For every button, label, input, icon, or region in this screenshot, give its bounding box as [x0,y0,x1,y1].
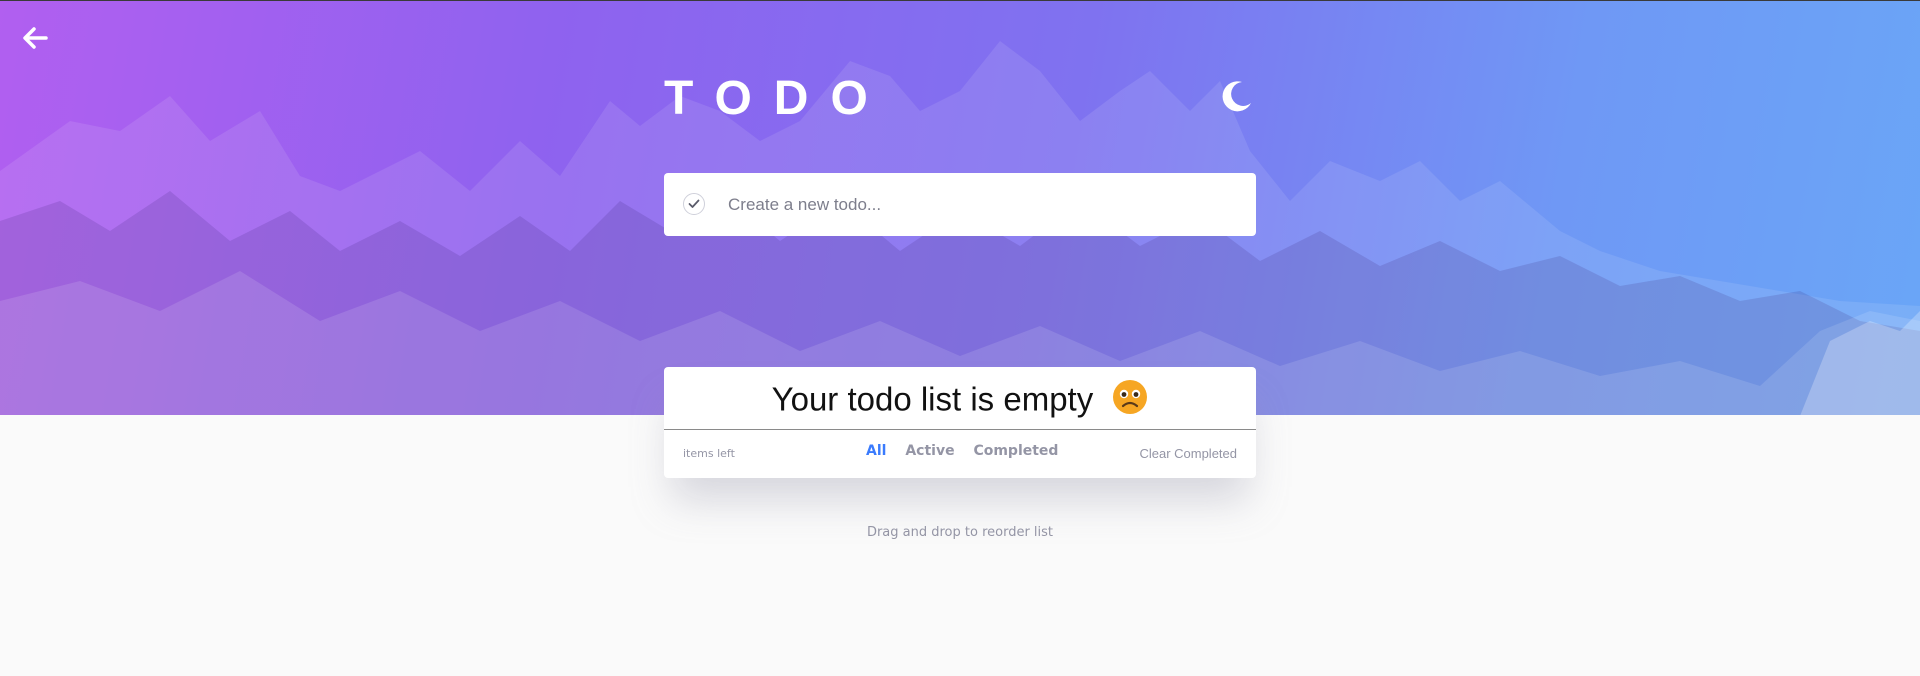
check-icon[interactable] [683,193,705,215]
reorder-hint: Drag and drop to reorder list [866,525,1054,540]
filter-all[interactable]: All [866,443,886,459]
hero-banner: TODO [0,0,1920,415]
empty-list-text: Your todo list is empty [771,380,1094,418]
filter-group: All Active Completed [866,443,1072,459]
sad-face-icon [1113,380,1148,415]
clear-completed-button[interactable]: Clear Completed [1139,446,1237,461]
filter-active[interactable]: Active [905,443,954,459]
new-todo-field [664,173,1256,236]
empty-list-message: Your todo list is empty [664,375,1256,419]
arrow-left-icon[interactable] [20,23,50,53]
moon-icon[interactable] [1220,79,1254,113]
new-todo-input[interactable] [726,187,1230,223]
todo-list-card: Your todo list is empty items left All A… [664,367,1256,478]
filter-completed[interactable]: Completed [973,443,1058,459]
list-footer: items left All Active Completed Clear Co… [664,430,1256,478]
items-left-count: items left [683,447,735,460]
app-title: TODO [664,72,890,125]
